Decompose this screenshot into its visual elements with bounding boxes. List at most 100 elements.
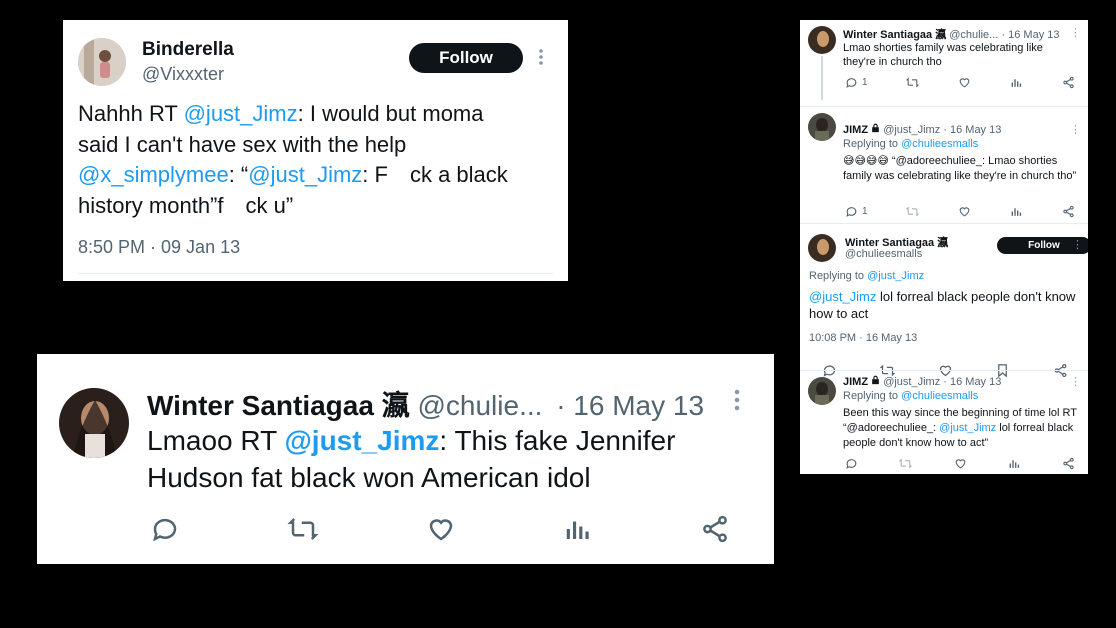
- reply-icon[interactable]: 1: [845, 205, 868, 218]
- reply-count: 1: [862, 206, 868, 217]
- thread-tweet[interactable]: JIMZ @just_Jimz · 16 May 13 ⋮ Replying t…: [800, 371, 1088, 474]
- tweet-text: @just_Jimz lol forreal black people don'…: [809, 288, 1079, 322]
- tweet-card-binderella: Binderella @Vixxxter Follow Nahhh RT @ju…: [63, 20, 568, 281]
- text-segment: said I can't have sex with the help: [78, 131, 407, 157]
- reply-icon[interactable]: [845, 457, 858, 470]
- lock-icon: [871, 375, 880, 388]
- more-icon[interactable]: ⋮: [1070, 26, 1081, 39]
- thread-tweet[interactable]: JIMZ @just_Jimz · 16 May 13 ⋮ Replying t…: [800, 107, 1088, 218]
- tweet-actions: 1: [845, 205, 1075, 218]
- avatar[interactable]: [808, 26, 836, 54]
- retweet-icon: [906, 205, 920, 218]
- user-handle[interactable]: @Vixxxter: [142, 64, 224, 85]
- avatar-photo: [59, 388, 129, 458]
- tweet-date[interactable]: · 16 May 13: [943, 124, 1001, 136]
- tweet-date[interactable]: · 16 May 13: [1001, 29, 1059, 41]
- like-icon[interactable]: [958, 205, 971, 218]
- avatar-photo: [808, 377, 836, 405]
- more-icon[interactable]: ⋮: [1070, 123, 1081, 136]
- text-segment: : This fake Jennifer: [439, 425, 676, 456]
- tweet-actions: [150, 514, 730, 544]
- text-segment: : I would but moma: [297, 101, 484, 126]
- tweet-text: 😅😅😅😅 “@adoreechuliee_: Lmao shorties fam…: [843, 154, 1083, 183]
- replying-label: Replying to: [843, 138, 902, 150]
- user-handle[interactable]: @chulie...: [417, 390, 542, 421]
- replying-to: Replying to @chulieesmalls: [843, 390, 978, 402]
- user-handle[interactable]: @just_Jimz: [883, 376, 940, 388]
- mention-link[interactable]: @just_Jimz: [184, 101, 298, 126]
- reply-icon[interactable]: 1: [845, 76, 868, 89]
- reply-icon[interactable]: [150, 514, 180, 544]
- tweet-actions: 1: [845, 76, 1075, 89]
- avatar-photo: [808, 26, 836, 54]
- replying-label: Replying to: [809, 270, 868, 282]
- share-icon[interactable]: [1062, 457, 1075, 470]
- avatar-photo: [78, 38, 126, 86]
- more-icon[interactable]: ⋮: [1070, 375, 1081, 388]
- display-name[interactable]: Winter Santiagaa 瀛: [147, 390, 410, 421]
- mention-link[interactable]: @just_Jimz: [248, 162, 362, 187]
- display-name[interactable]: Winter Santiagaa 瀛: [843, 29, 946, 41]
- text-segment: Nahhh RT: [78, 101, 184, 126]
- more-icon[interactable]: [534, 46, 548, 73]
- mention-link[interactable]: @just_Jimz: [939, 422, 996, 434]
- thread-line: [821, 56, 823, 100]
- timestamp[interactable]: 10:08 PM · 16 May 13: [809, 332, 917, 344]
- avatar[interactable]: [78, 38, 126, 86]
- more-icon[interactable]: [729, 386, 745, 419]
- mention-link[interactable]: @just_Jimz: [867, 270, 924, 282]
- follow-button[interactable]: Follow: [409, 43, 523, 73]
- like-icon[interactable]: [954, 457, 967, 470]
- user-handle[interactable]: @chulie...: [949, 29, 998, 41]
- more-icon[interactable]: ⋮: [1072, 238, 1083, 251]
- avatar[interactable]: [59, 388, 129, 458]
- views-icon[interactable]: [563, 514, 593, 544]
- mention-link[interactable]: @just_Jimz: [284, 425, 439, 456]
- thread-card: Winter Santiagaa 瀛 @chulie... · 16 May 1…: [800, 20, 1088, 474]
- share-icon[interactable]: [1062, 76, 1075, 89]
- tweet-card-winter: Winter Santiagaa 瀛 @chulie... · 16 May 1…: [37, 354, 774, 564]
- tweet-text: Lmaoo RT @just_Jimz: This fake Jennifer …: [147, 422, 757, 496]
- avatar-photo: [808, 234, 836, 262]
- replying-to: Replying to @chulieesmalls: [843, 138, 978, 150]
- share-icon[interactable]: [1062, 205, 1075, 218]
- display-name[interactable]: JIMZ: [843, 376, 868, 388]
- lock-icon: [871, 123, 880, 136]
- views-icon[interactable]: [1010, 205, 1023, 218]
- tweet-header: JIMZ @just_Jimz · 16 May 13: [843, 123, 1001, 136]
- divider: [78, 273, 553, 274]
- user-handle[interactable]: @chulieesmalls: [845, 248, 922, 260]
- tweet-header: Winter Santiagaa 瀛 @chulie... · 16 May 1…: [147, 384, 704, 424]
- display-name[interactable]: JIMZ: [843, 124, 868, 136]
- timestamp[interactable]: 8:50 PM · 09 Jan 13: [78, 237, 240, 258]
- retweet-icon[interactable]: [287, 514, 319, 544]
- avatar[interactable]: [808, 113, 836, 141]
- share-icon[interactable]: [700, 514, 730, 544]
- text-segment: Lmaoo RT: [147, 425, 285, 456]
- tweet-actions: [845, 457, 1075, 470]
- avatar[interactable]: [808, 234, 836, 262]
- text-segment: : “: [228, 162, 249, 187]
- mention-link[interactable]: @chulieesmalls: [901, 138, 978, 150]
- like-icon[interactable]: [958, 76, 971, 89]
- tweet-text: Lmao shorties family was celebrating lik…: [843, 42, 1043, 68]
- reply-count: 1: [862, 77, 868, 88]
- tweet-header: Winter Santiagaa 瀛 @chulie... · 16 May 1…: [843, 26, 1060, 42]
- tweet-header: JIMZ @just_Jimz · 16 May 13: [843, 375, 1001, 388]
- views-icon[interactable]: [1010, 76, 1023, 89]
- mention-link[interactable]: @just_Jimz: [809, 289, 876, 304]
- mention-link[interactable]: @x_simplymee: [78, 162, 229, 187]
- like-icon[interactable]: [426, 514, 456, 544]
- text-segment: Hudson fat black won American idol: [147, 462, 591, 493]
- focused-tweet[interactable]: Winter Santiagaa 瀛 @chulieesmalls Follow…: [800, 224, 1088, 378]
- tweet-date[interactable]: · 16 May 13: [943, 376, 1001, 388]
- tweet-date[interactable]: · 16 May 13: [556, 390, 704, 421]
- thread-tweet[interactable]: Winter Santiagaa 瀛 @chulie... · 16 May 1…: [800, 20, 1088, 105]
- views-icon[interactable]: [1008, 457, 1021, 470]
- retweet-icon[interactable]: [906, 76, 920, 89]
- tweet-text: Nahhh RT @just_Jimz: I would but moma sa…: [78, 99, 558, 221]
- mention-link[interactable]: @chulieesmalls: [901, 390, 978, 402]
- avatar[interactable]: [808, 377, 836, 405]
- display-name[interactable]: Binderella: [142, 39, 234, 61]
- user-handle[interactable]: @just_Jimz: [883, 124, 940, 136]
